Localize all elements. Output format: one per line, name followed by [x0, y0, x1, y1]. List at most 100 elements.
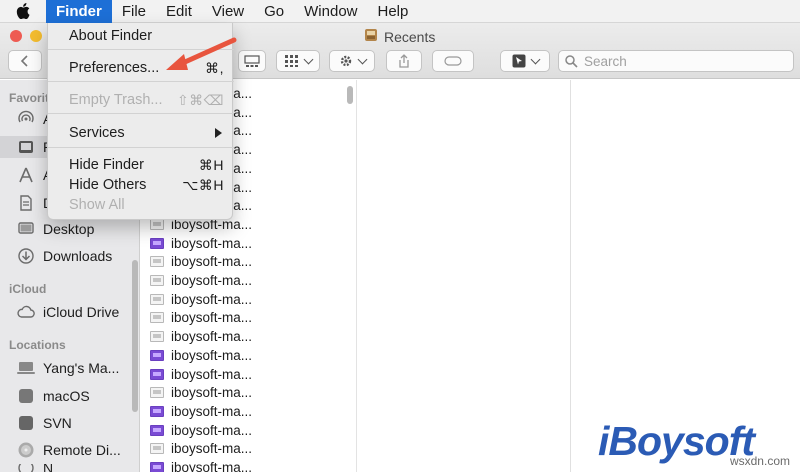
search-icon [565, 54, 578, 68]
sidebar-item-label: Desktop [43, 221, 95, 237]
close-window-button[interactable] [10, 30, 22, 42]
apple-icon[interactable] [0, 0, 46, 23]
menu-item-label: Hide Others [69, 177, 147, 193]
sidebar-item-label: N [43, 464, 54, 472]
menu-edit[interactable]: Edit [156, 0, 202, 23]
chevron-left-icon [20, 55, 28, 67]
menu-item-hide-others[interactable]: Hide Others ⌥⌘H [48, 175, 234, 195]
menu-item-label: Hide Finder [69, 157, 144, 173]
file-name: iboysoft-ma... [171, 441, 253, 457]
file-row[interactable]: iboysoft-ma... [141, 383, 355, 402]
file-row[interactable]: iboysoft-ma... [141, 421, 355, 440]
file-row[interactable]: iboysoft-ma... [141, 458, 355, 472]
menu-finder[interactable]: Finder [46, 0, 112, 23]
file-name: iboysoft-ma... [171, 310, 253, 326]
menu-item-label: About Finder [69, 28, 153, 44]
menu-item-hide-finder[interactable]: Hide Finder ⌘H [48, 155, 234, 175]
file-name: iboysoft-ma... [171, 235, 253, 251]
sidebar-item-label: iCloud Drive [43, 304, 120, 320]
file-list-scrollbar[interactable] [347, 86, 353, 104]
document-file-icon [150, 256, 164, 268]
tag-icon [444, 56, 462, 66]
menu-shortcut: ⌥⌘H [182, 176, 224, 193]
sidebar-item-computer[interactable]: Yang's Ma... [0, 357, 138, 379]
document-file-icon [150, 443, 164, 455]
file-row[interactable]: iboysoft-ma... [141, 439, 355, 458]
sidebar-item-desktop[interactable]: Desktop [0, 218, 138, 240]
tags-button[interactable] [432, 50, 474, 72]
menu-item-empty-trash: Empty Trash... ⇧⌘⌫ [48, 90, 234, 110]
back-forward-button[interactable] [8, 50, 42, 72]
menu-item-label: Show All [69, 197, 125, 213]
image-file-icon [150, 349, 164, 361]
document-file-icon [150, 331, 164, 343]
sidebar-item-icloud-drive[interactable]: iCloud Drive [0, 301, 138, 323]
menu-shortcut: ⇧⌘⌫ [176, 91, 224, 108]
minimize-window-button[interactable] [30, 30, 42, 42]
menu-view[interactable]: View [202, 0, 254, 23]
file-row[interactable]: iboysoft-ma... [141, 346, 355, 365]
computer-icon [17, 359, 35, 377]
file-row[interactable]: iboysoft-ma... [141, 365, 355, 384]
recents-icon [17, 138, 35, 156]
menu-item-label: Empty Trash... [69, 92, 163, 108]
file-row[interactable]: iboysoft-ma... [141, 290, 355, 309]
documents-icon [17, 194, 35, 212]
gear-icon [340, 55, 351, 67]
menu-item-services[interactable]: Services [48, 123, 234, 143]
search-field[interactable]: Search [558, 50, 794, 72]
document-file-icon [150, 387, 164, 399]
menu-separator [48, 81, 234, 82]
sidebar-item-network[interactable]: N [0, 464, 138, 472]
quick-action-button[interactable] [500, 50, 550, 72]
chevron-down-icon [357, 54, 367, 64]
cloud-icon [17, 303, 35, 321]
menu-item-show-all: Show All [48, 195, 234, 215]
file-row[interactable]: iboysoft-ma... [141, 271, 355, 290]
view-mode-button[interactable] [238, 50, 266, 72]
menu-shortcut: ⌘H [198, 156, 224, 173]
grid-icon [284, 55, 298, 67]
disk-icon [17, 387, 35, 405]
file-name: iboysoft-ma... [171, 422, 253, 438]
sidebar-item-label: SVN [43, 415, 72, 431]
window-title-text: Recents [384, 28, 436, 45]
file-name: iboysoft-ma... [171, 366, 253, 382]
sidebar-item-macos[interactable]: macOS [0, 385, 138, 407]
document-file-icon [150, 275, 164, 286]
menu-item-label: Preferences... [69, 60, 160, 76]
menu-file[interactable]: File [112, 0, 156, 23]
share-button[interactable] [386, 50, 422, 72]
sidebar-item-remote-disc[interactable]: Remote Di... [0, 439, 138, 461]
menu-separator [48, 113, 234, 114]
file-row[interactable]: iboysoft-ma... [141, 308, 355, 327]
applications-icon [17, 166, 35, 184]
sidebar-header-favorites: Favorit [9, 91, 50, 105]
menu-bar: Finder File Edit View Go Window Help [0, 0, 800, 23]
file-row[interactable]: iboysoft-ma... [141, 402, 355, 421]
sidebar-scrollbar[interactable] [132, 260, 138, 412]
sidebar-item-svn[interactable]: SVN [0, 412, 138, 434]
file-row[interactable]: iboysoft-ma... [141, 252, 355, 271]
file-name: iboysoft-ma... [171, 291, 253, 307]
menu-separator [48, 147, 234, 148]
image-file-icon [150, 368, 164, 380]
file-name: iboysoft-ma... [171, 403, 253, 419]
gallery-view-icon [244, 55, 260, 67]
file-row[interactable]: iboysoft-ma... [141, 327, 355, 346]
sidebar-header-locations: Locations [9, 338, 66, 352]
menu-go[interactable]: Go [254, 0, 294, 23]
image-file-icon [150, 424, 164, 436]
chevron-down-icon [303, 54, 313, 64]
airdrop-icon [17, 110, 35, 128]
file-name: iboysoft-ma... [171, 273, 253, 288]
action-button[interactable] [329, 50, 375, 72]
sidebar-item-downloads[interactable]: Downloads [0, 245, 138, 267]
site-watermark: wsxdn.com [729, 454, 790, 468]
menu-window[interactable]: Window [294, 0, 367, 23]
image-file-icon [150, 462, 164, 472]
menu-help[interactable]: Help [368, 0, 419, 23]
group-button[interactable] [276, 50, 320, 72]
column-divider [570, 80, 571, 472]
file-row[interactable]: iboysoft-ma... [141, 234, 355, 253]
